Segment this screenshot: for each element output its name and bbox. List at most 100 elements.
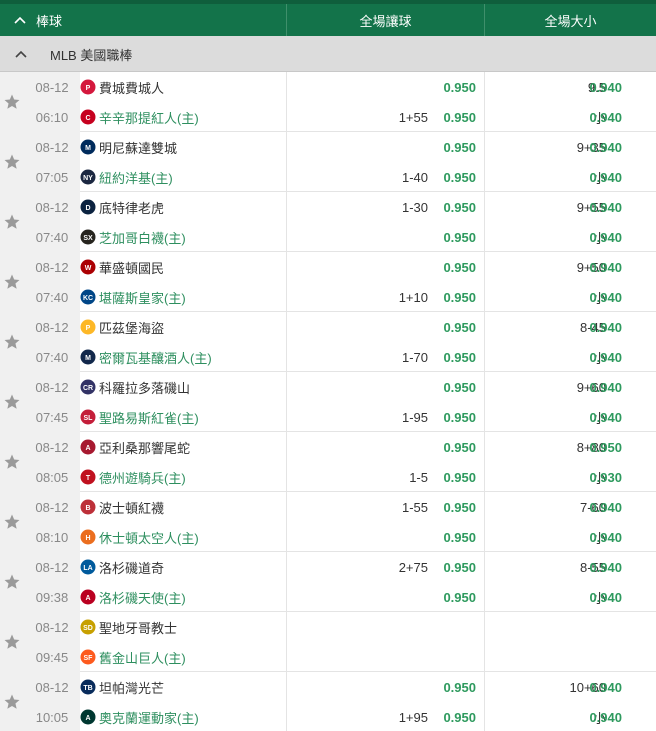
favorite-star-icon[interactable] [0,492,24,552]
odds-value[interactable]: 0.950 [434,560,476,575]
odds-value[interactable]: 0.950 [434,350,476,365]
odds-value[interactable]: 0.940 [580,560,622,575]
odds-value[interactable]: 0.940 [580,410,622,425]
over-cell[interactable]: 9+60 0.940 [484,372,656,402]
over-cell[interactable] [484,612,656,642]
odds-value[interactable]: 0.950 [434,200,476,215]
odds-value[interactable]: 0.950 [434,320,476,335]
handicap-away-cell[interactable]: 1-30 0.950 [286,192,484,222]
odds-value[interactable]: 0.950 [434,170,476,185]
handicap-home-cell[interactable]: 1-5 0.950 [286,462,484,492]
odds-value[interactable]: 0.950 [434,260,476,275]
odds-value[interactable]: 0.950 [434,710,476,725]
over-cell[interactable]: 8-55 0.940 [484,552,656,582]
over-cell[interactable]: 9+50 0.940 [484,252,656,282]
handicap-away-cell[interactable]: 0.950 [286,312,484,342]
odds-value[interactable]: 0.940 [580,260,622,275]
over-cell[interactable]: 9.5 0.940 [484,72,656,102]
favorite-star-icon[interactable] [0,672,24,731]
favorite-star-icon[interactable] [0,192,24,252]
odds-value[interactable]: 0.940 [580,350,622,365]
favorite-star-icon[interactable] [0,612,24,672]
odds-value[interactable]: 0.940 [580,680,622,695]
handicap-home-cell[interactable] [286,642,484,672]
under-cell[interactable]: 小 0.930 [484,462,656,492]
odds-value[interactable]: 0.950 [434,290,476,305]
odds-value[interactable]: 0.940 [580,500,622,515]
under-cell[interactable]: 小 0.940 [484,222,656,252]
handicap-away-cell[interactable]: 0.950 [286,672,484,702]
odds-value[interactable]: 0.940 [580,200,622,215]
handicap-away-cell[interactable]: 0.950 [286,432,484,462]
handicap-away-cell[interactable] [286,612,484,642]
under-cell[interactable]: 小 0.940 [484,702,656,731]
odds-value[interactable]: 0.940 [580,710,622,725]
favorite-star-icon[interactable] [0,312,24,372]
over-cell[interactable]: 9+55 0.940 [484,192,656,222]
odds-value[interactable]: 0.950 [434,440,476,455]
handicap-away-cell[interactable]: 2+75 0.950 [286,552,484,582]
odds-value[interactable]: 0.940 [580,80,622,95]
handicap-away-cell[interactable]: 0.950 [286,132,484,162]
odds-value[interactable]: 0.950 [580,440,622,455]
collapse-all-chevron-up-icon[interactable] [12,4,28,36]
over-cell[interactable]: 8+80 0.950 [484,432,656,462]
odds-value[interactable]: 0.940 [580,230,622,245]
favorite-star-icon[interactable] [0,372,24,432]
odds-value[interactable]: 0.950 [434,380,476,395]
odds-value[interactable]: 0.940 [580,290,622,305]
odds-value[interactable]: 0.950 [434,410,476,425]
handicap-away-cell[interactable]: 1-55 0.950 [286,492,484,522]
odds-value[interactable]: 0.940 [580,110,622,125]
under-cell[interactable]: 小 0.940 [484,582,656,612]
favorite-star-icon[interactable] [0,132,24,192]
handicap-home-cell[interactable]: 1+95 0.950 [286,702,484,731]
odds-value[interactable]: 0.950 [434,590,476,605]
favorite-star-icon[interactable] [0,432,24,492]
odds-value[interactable]: 0.950 [434,110,476,125]
svg-text:A: A [85,715,90,722]
handicap-home-cell[interactable]: 0.950 [286,222,484,252]
odds-value[interactable]: 0.940 [580,380,622,395]
handicap-home-cell[interactable]: 1-40 0.950 [286,162,484,192]
odds-value[interactable]: 0.940 [580,320,622,335]
under-cell[interactable]: 小 0.940 [484,342,656,372]
handicap-home-cell[interactable]: 0.950 [286,582,484,612]
over-cell[interactable]: 9+35 0.940 [484,132,656,162]
over-cell[interactable]: 10+60 0.940 [484,672,656,702]
odds-value[interactable]: 0.930 [580,470,622,485]
handicap-home-cell[interactable]: 1+10 0.950 [286,282,484,312]
under-cell[interactable]: 小 0.940 [484,522,656,552]
odds-value[interactable]: 0.940 [580,170,622,185]
odds-value[interactable]: 0.950 [434,530,476,545]
handicap-home-cell[interactable]: 1-95 0.950 [286,402,484,432]
match-date: 08-12 [24,132,80,162]
odds-value[interactable]: 0.950 [434,80,476,95]
under-cell[interactable]: 小 0.940 [484,162,656,192]
handicap-away-cell[interactable]: 0.950 [286,72,484,102]
under-cell[interactable]: 小 0.940 [484,402,656,432]
odds-value[interactable]: 0.950 [434,680,476,695]
over-cell[interactable]: 7-60 0.940 [484,492,656,522]
odds-value[interactable]: 0.940 [580,140,622,155]
under-cell[interactable]: 小 0.940 [484,282,656,312]
handicap-home-cell[interactable]: 0.950 [286,522,484,552]
handicap-home-cell[interactable]: 1-70 0.950 [286,342,484,372]
favorite-star-icon[interactable] [0,252,24,312]
handicap-away-cell[interactable]: 0.950 [286,372,484,402]
league-collapse-chevron-up-icon[interactable] [12,36,30,72]
league-header[interactable]: MLB 美國職棒 [0,36,656,72]
odds-value[interactable]: 0.950 [434,470,476,485]
favorite-star-icon[interactable] [0,552,24,612]
handicap-away-cell[interactable]: 0.950 [286,252,484,282]
odds-value[interactable]: 0.950 [434,500,476,515]
odds-value[interactable]: 0.950 [434,140,476,155]
under-cell[interactable] [484,642,656,672]
odds-value[interactable]: 0.950 [434,230,476,245]
over-cell[interactable]: 8-45 0.940 [484,312,656,342]
favorite-star-icon[interactable] [0,72,24,132]
odds-value[interactable]: 0.940 [580,590,622,605]
handicap-home-cell[interactable]: 1+55 0.950 [286,102,484,132]
under-cell[interactable]: 小 0.940 [484,102,656,132]
odds-value[interactable]: 0.940 [580,530,622,545]
